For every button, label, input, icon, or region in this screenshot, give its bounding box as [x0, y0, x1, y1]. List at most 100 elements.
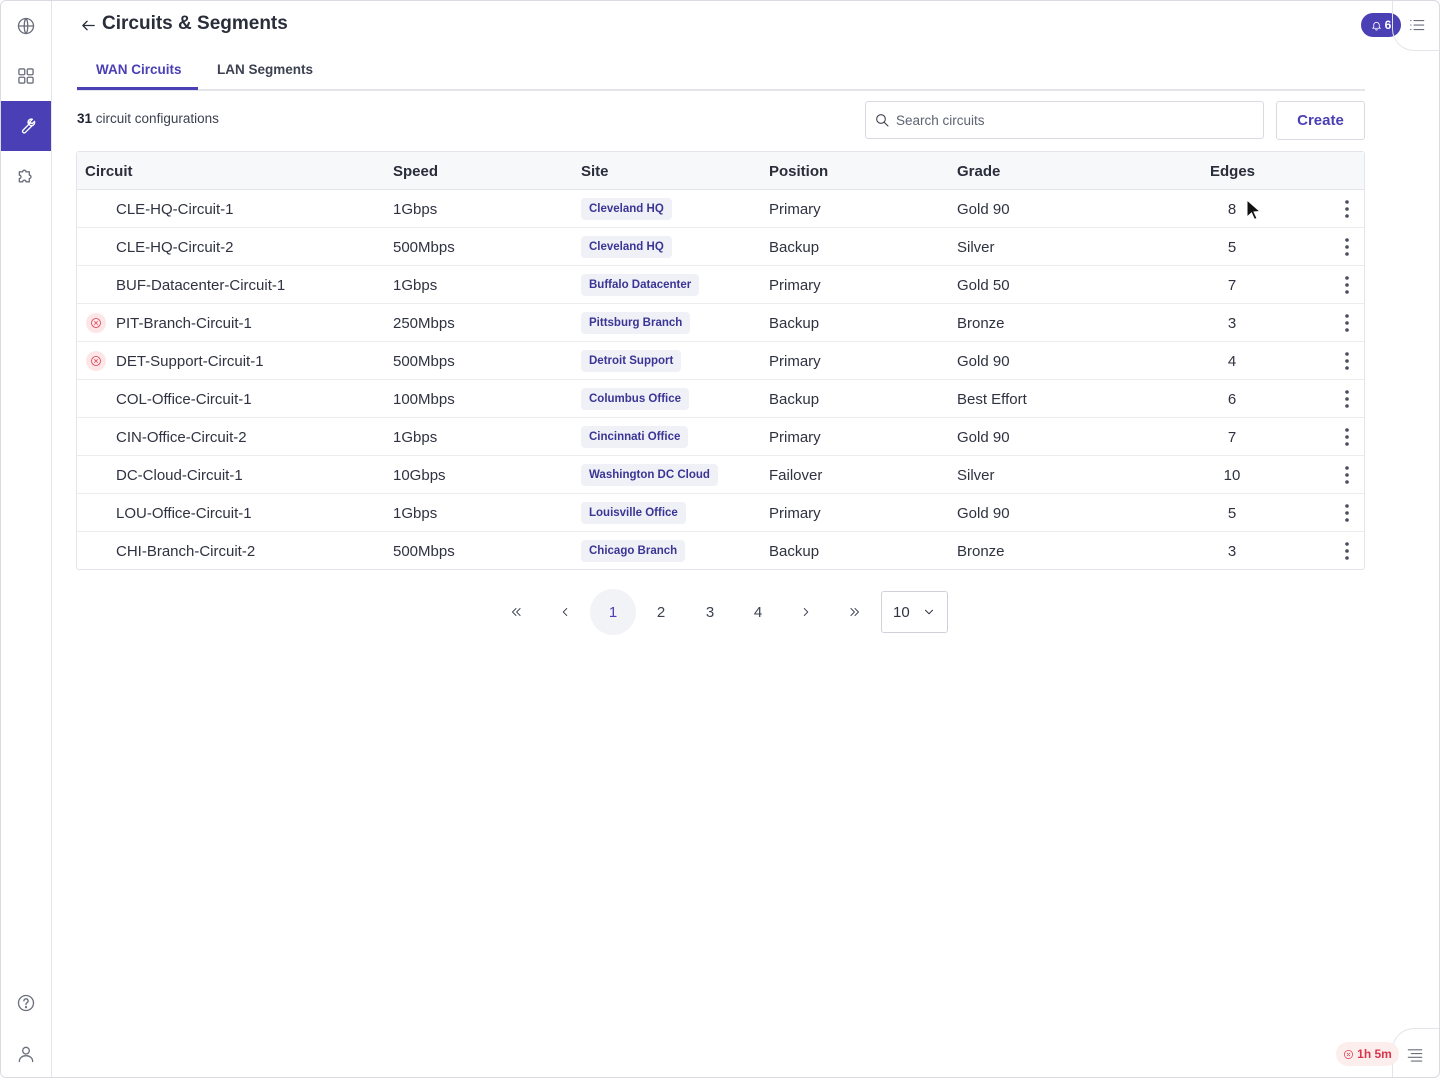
- row-actions-button[interactable]: [1335, 463, 1359, 487]
- create-button[interactable]: Create: [1276, 101, 1365, 140]
- rail-item-configure[interactable]: [1, 101, 51, 151]
- site-tag[interactable]: Cleveland HQ: [581, 236, 672, 258]
- first-page-button[interactable]: [493, 589, 539, 635]
- table-row[interactable]: COL-Office-Circuit-1 100Mbps Columbus Offi…: [77, 380, 1364, 418]
- kebab-menu-icon: [1345, 390, 1349, 408]
- user-icon: [18, 1046, 34, 1063]
- row-actions-button[interactable]: [1335, 311, 1359, 335]
- site-tag[interactable]: Cleveland HQ: [581, 198, 672, 220]
- cell-position: Primary: [769, 201, 821, 218]
- corner-decoration: [1392, 1, 1439, 51]
- chevrons-right-icon: [850, 608, 859, 616]
- column-header-grade[interactable]: Grade: [957, 163, 1000, 180]
- table-row[interactable]: CHI-Branch-Circuit-2 500Mbps Chicago Branc…: [77, 532, 1364, 570]
- session-timer-text: 1h 5m: [1357, 1047, 1392, 1061]
- cell-speed: 10Gbps: [393, 467, 446, 484]
- error-x-icon: [91, 318, 101, 328]
- rail-item-profile[interactable]: [1, 1029, 51, 1077]
- kebab-menu-icon: [1345, 238, 1349, 256]
- cell-circuit[interactable]: COL-Office-Circuit-1: [116, 391, 252, 408]
- kebab-menu-icon: [1345, 200, 1349, 218]
- cell-position: Backup: [769, 543, 820, 560]
- table-row[interactable]: LOU-Office-Circuit-1 1Gbps Louisville Offi…: [77, 494, 1364, 532]
- site-tag[interactable]: Buffalo Datacenter: [581, 274, 700, 296]
- table-row[interactable]: CIN-Office-Circuit-2 1Gbps Cincinnati Offi…: [77, 418, 1364, 456]
- search-input[interactable]: [896, 112, 1246, 128]
- app-window: Circuits & Segments 6 WAN Circuits LAN S…: [0, 0, 1440, 1078]
- cell-edges: 4: [1227, 353, 1237, 370]
- tab-lan-segments[interactable]: LAN Segments: [217, 62, 313, 77]
- site-tag[interactable]: Columbus Office: [581, 388, 690, 410]
- cell-speed: 500Mbps: [393, 239, 455, 256]
- page-button-4[interactable]: 4: [735, 589, 781, 635]
- error-status-icon: [86, 313, 106, 333]
- page-header: Circuits & Segments 6: [52, 1, 1439, 51]
- row-actions-button[interactable]: [1335, 197, 1359, 221]
- row-actions-button[interactable]: [1335, 501, 1359, 525]
- cell-edges: 7: [1227, 277, 1237, 294]
- cell-circuit[interactable]: BUF-Datacenter-Circuit-1: [116, 277, 285, 294]
- row-actions-button[interactable]: [1335, 235, 1359, 259]
- table-row[interactable]: DC-Cloud-Circuit-1 10Gbps Washington DC Cl…: [77, 456, 1364, 494]
- table-row[interactable]: BUF-Datacenter-Circuit-1 1Gbps Buffalo Dat…: [77, 266, 1364, 304]
- page-button-1[interactable]: 1: [590, 589, 636, 635]
- cell-grade: Gold 90: [957, 429, 1010, 446]
- session-timer-badge[interactable]: 1h 5m: [1336, 1042, 1399, 1066]
- rail-item-dashboard[interactable]: [1, 51, 51, 101]
- rail-item-integrations[interactable]: [1, 151, 51, 201]
- table-header: Circuit Speed Site Position Grade Edges: [77, 152, 1364, 190]
- cell-circuit[interactable]: CHI-Branch-Circuit-2: [116, 543, 255, 560]
- row-actions-button[interactable]: [1335, 273, 1359, 297]
- column-header-edges[interactable]: Edges: [1210, 163, 1255, 180]
- site-tag[interactable]: Washington DC Cloud: [581, 464, 718, 486]
- row-actions-button[interactable]: [1335, 539, 1359, 563]
- row-actions-button[interactable]: [1335, 349, 1359, 373]
- cell-speed: 1Gbps: [393, 505, 438, 522]
- bell-icon: [1371, 21, 1381, 30]
- table-row[interactable]: DET-Support-Circuit-1 500Mbps Detroit Supp…: [77, 342, 1364, 380]
- search-box[interactable]: [865, 101, 1264, 139]
- page-size-value: 10: [893, 603, 910, 621]
- next-page-button[interactable]: [783, 589, 829, 635]
- site-tag[interactable]: Chicago Branch: [581, 540, 686, 562]
- site-tag[interactable]: Pittsburg Branch: [581, 312, 691, 334]
- cell-grade: Gold 50: [957, 277, 1010, 294]
- table-row[interactable]: CLE-HQ-Circuit-2 500Mbps Cleveland HQ Backu…: [77, 228, 1364, 266]
- puzzle-icon: [18, 169, 32, 183]
- cell-circuit[interactable]: PIT-Branch-Circuit-1: [116, 315, 252, 332]
- column-header-circuit[interactable]: Circuit: [85, 163, 133, 180]
- cell-circuit[interactable]: DC-Cloud-Circuit-1: [116, 467, 243, 484]
- column-header-site[interactable]: Site: [581, 163, 609, 180]
- column-header-position[interactable]: Position: [769, 163, 828, 180]
- column-header-speed[interactable]: Speed: [393, 163, 438, 180]
- site-tag[interactable]: Louisville Office: [581, 502, 686, 524]
- last-page-button[interactable]: [832, 589, 878, 635]
- page-size-select[interactable]: 10: [881, 591, 948, 633]
- cell-circuit[interactable]: CLE-HQ-Circuit-2: [116, 239, 234, 256]
- page-button-3[interactable]: 3: [687, 589, 733, 635]
- table-row[interactable]: PIT-Branch-Circuit-1 250Mbps Pittsburg Bra…: [77, 304, 1364, 342]
- cell-circuit[interactable]: CLE-HQ-Circuit-1: [116, 201, 234, 218]
- page-button-2[interactable]: 2: [638, 589, 684, 635]
- error-x-icon: [91, 356, 101, 366]
- circuit-count-text: circuit configurations: [95, 111, 219, 126]
- bottom-menu-button[interactable]: [1401, 1041, 1429, 1069]
- prev-page-button[interactable]: [542, 589, 588, 635]
- site-tag[interactable]: Cincinnati Office: [581, 426, 689, 448]
- notifications-count: 6: [1384, 18, 1392, 32]
- rail-item-help[interactable]: [1, 978, 51, 1028]
- cell-grade: Best Effort: [957, 391, 1027, 408]
- row-actions-button[interactable]: [1335, 425, 1359, 449]
- cell-circuit[interactable]: DET-Support-Circuit-1: [116, 353, 264, 370]
- site-tag[interactable]: Detroit Support: [581, 350, 682, 372]
- rail-item-global[interactable]: [1, 1, 51, 51]
- cell-circuit[interactable]: CIN-Office-Circuit-2: [116, 429, 247, 446]
- table-row[interactable]: CLE-HQ-Circuit-1 1Gbps Cleveland HQ Primary…: [77, 190, 1364, 228]
- cell-circuit[interactable]: LOU-Office-Circuit-1: [116, 505, 252, 522]
- back-button[interactable]: [77, 14, 99, 36]
- row-actions-button[interactable]: [1335, 387, 1359, 411]
- globe-icon: [17, 17, 35, 35]
- cell-grade: Bronze: [957, 315, 1005, 332]
- cell-speed: 1Gbps: [393, 277, 438, 294]
- tab-wan-circuits[interactable]: WAN Circuits: [96, 62, 182, 77]
